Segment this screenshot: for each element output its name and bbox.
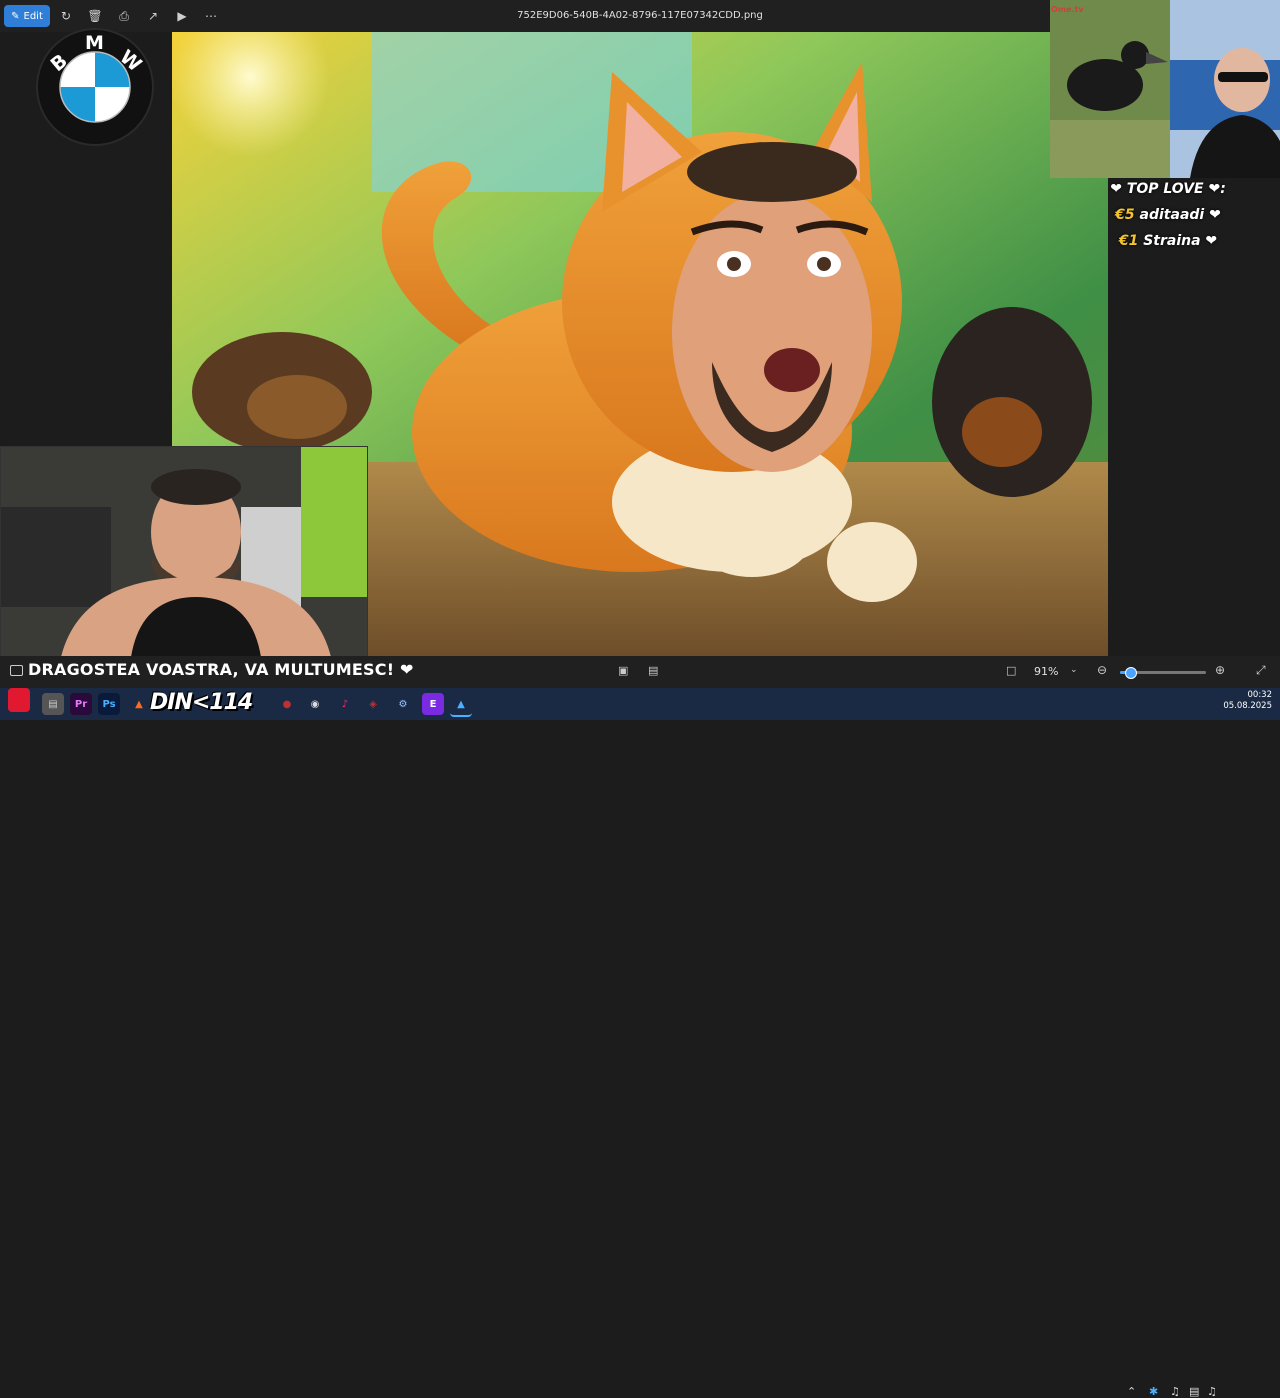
streamer-webcam: [0, 446, 368, 658]
bluetooth-icon[interactable]: ✱: [1149, 1385, 1158, 1398]
top-love-entry: €1 Straina ❤: [1118, 233, 1218, 249]
top-love-entry: €5 aditaadi ❤: [1115, 207, 1221, 223]
file-explorer-icon[interactable]: ▤: [42, 693, 64, 715]
edit-button[interactable]: ✎ Edit: [4, 5, 50, 27]
rotate-icon[interactable]: ↻: [54, 5, 78, 27]
clock-time: 00:32: [1247, 690, 1273, 700]
zoom-slider[interactable]: [1120, 667, 1206, 679]
zoom-dropdown-chevron-icon[interactable]: ⌄: [1070, 665, 1078, 675]
microphone-icon[interactable]: ♫: [1170, 1385, 1180, 1398]
fullscreen-icon[interactable]: ⤢: [1256, 663, 1266, 678]
brave-icon[interactable]: ▲: [128, 693, 150, 715]
shield-icon[interactable]: ◈: [362, 693, 384, 715]
ocr-icon[interactable]: ▤: [648, 664, 662, 678]
stream-banner: DRAGOSTEA VOASTRA, VA MULTUMESC! ❤: [28, 660, 414, 679]
edit-label: Edit: [23, 10, 43, 22]
overlay-din-text: DIN<114: [150, 690, 253, 715]
bmw-logo: B M W: [38, 30, 152, 144]
tray-chevron-icon[interactable]: ⌃: [1127, 1385, 1136, 1398]
clock-date: 05.08.2025: [1223, 701, 1272, 711]
overlay-red-block: [8, 688, 30, 712]
file-name: 752E9D06-540B-4A02-8796-117E07342CDD.png: [517, 10, 763, 21]
app-icon[interactable]: ●: [276, 693, 298, 715]
slideshow-icon[interactable]: ▶: [170, 5, 194, 27]
zoom-out-icon[interactable]: ⊖: [1097, 663, 1107, 677]
premiere-icon[interactable]: Pr: [70, 693, 92, 715]
share-icon[interactable]: ↗: [141, 5, 165, 27]
bmw-letter-m: M: [85, 32, 104, 54]
top-love-list: ❤ TOP LOVE ❤: €5 aditaadi ❤ €1 Straina ❤: [1108, 176, 1228, 254]
print-icon[interactable]: ⎙: [112, 5, 136, 27]
tiktok-icon[interactable]: ♪: [334, 693, 356, 715]
chrome-icon[interactable]: ◉: [304, 693, 326, 715]
top-love-title: ❤ TOP LOVE ❤:: [1110, 181, 1226, 197]
delete-icon[interactable]: 🗑: [83, 5, 107, 27]
network-icon[interactable]: ▤: [1189, 1385, 1199, 1398]
epic-icon[interactable]: E: [422, 693, 444, 715]
zoom-level[interactable]: 91%: [1034, 665, 1058, 678]
settings-icon[interactable]: ⚙: [392, 693, 414, 715]
volume-icon[interactable]: ♫: [1207, 1385, 1217, 1398]
ometv-cam: [1050, 0, 1280, 178]
edit-icon: ✎: [11, 10, 20, 22]
filmstrip-icon[interactable]: [10, 665, 23, 676]
photoshop-icon[interactable]: Ps: [98, 693, 120, 715]
zoom-in-icon[interactable]: ⊕: [1215, 663, 1225, 677]
taskbar-clock[interactable]: 00:32 05.08.2025: [1212, 690, 1272, 712]
more-options-icon[interactable]: ⋯: [199, 5, 223, 27]
ometv-logo: Ome.tv: [1051, 5, 1084, 14]
photos-app-icon[interactable]: ▲: [450, 693, 472, 717]
crop-icon[interactable]: ▣: [618, 664, 632, 678]
fit-to-window-icon[interactable]: □: [1006, 664, 1020, 678]
